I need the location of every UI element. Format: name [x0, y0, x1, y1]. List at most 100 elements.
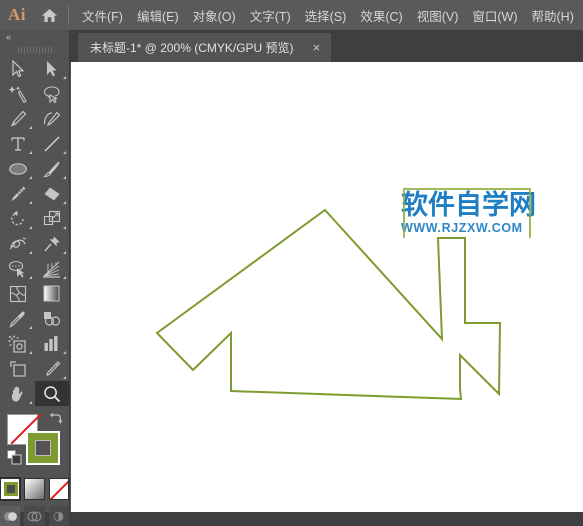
stroke-swatch[interactable]: [26, 431, 60, 465]
perspective-grid-tool[interactable]: [35, 256, 69, 281]
symbol-sprayer-tool[interactable]: [1, 331, 35, 356]
lasso-icon: [43, 85, 60, 103]
gradient-icon: [43, 285, 60, 302]
artboard-tool[interactable]: [1, 356, 35, 381]
blend-tool[interactable]: [35, 306, 69, 331]
tool-expand-corner-icon: [28, 201, 32, 204]
gradient-tool[interactable]: [35, 281, 69, 306]
tool-expand-corner-icon: [62, 251, 66, 254]
menu-view[interactable]: 视图(V): [410, 2, 466, 29]
document-tab[interactable]: 未标题-1* @ 200% (CMYK/GPU 预览) ×: [78, 33, 332, 62]
close-icon[interactable]: ×: [308, 41, 326, 54]
menubar-divider: [68, 6, 69, 24]
artboard-icon: [9, 360, 26, 377]
rotate-tool[interactable]: [1, 206, 35, 231]
color-swatch-inner: [7, 485, 15, 493]
menu-object[interactable]: 对象(O): [186, 2, 243, 29]
illustrator-window: Ai 文件(F) 编辑(E) 对象(O) 文字(T) 选择(S) 效果(C) 视…: [0, 0, 583, 526]
tool-expand-corner-icon: [28, 151, 32, 154]
tool-expand-corner-icon: [28, 401, 32, 404]
draw-inside-button[interactable]: [48, 506, 69, 526]
swap-fill-stroke-button[interactable]: [49, 412, 63, 426]
hand-tool[interactable]: [1, 381, 35, 406]
menu-effect[interactable]: 效果(C): [353, 2, 409, 29]
ai-logo: Ai: [8, 5, 26, 24]
pushpin-icon: [43, 236, 59, 251]
shape-builder-tool[interactable]: [1, 256, 35, 281]
width-warp-tool[interactable]: [1, 231, 35, 256]
shaper-pencil-tool[interactable]: [1, 181, 35, 206]
draw-behind-icon: [27, 510, 42, 522]
scale-icon: [43, 210, 60, 225]
none-button[interactable]: [48, 478, 69, 500]
symbol-sprayer-icon: [8, 335, 26, 353]
shape-builder-icon: [8, 260, 25, 277]
tool-expand-corner-icon: [28, 251, 32, 254]
lasso-tool[interactable]: [35, 81, 69, 106]
fill-stroke-controls: [0, 412, 69, 474]
zoom-tool[interactable]: [34, 381, 69, 406]
column-graph-tool[interactable]: [35, 331, 69, 356]
pen-tool[interactable]: [1, 106, 35, 131]
default-fill-stroke-button[interactable]: [7, 450, 22, 465]
collapse-panel-button[interactable]: «: [0, 30, 69, 44]
tool-expand-corner-icon: [62, 276, 66, 279]
curvature-icon: [43, 111, 60, 126]
arrow-solid-icon: [11, 59, 24, 77]
mesh-icon: [9, 285, 26, 302]
tool-expand-corner-icon: [62, 226, 66, 229]
pencil-icon: [11, 186, 25, 201]
none-swatch-icon: [49, 479, 68, 499]
menu-type[interactable]: 文字(T): [243, 2, 298, 29]
gradient-button[interactable]: [24, 478, 45, 500]
home-button[interactable]: [34, 8, 64, 23]
slice-knife-icon: [45, 360, 60, 376]
line-icon: [43, 135, 60, 152]
draw-inside-icon: [53, 511, 64, 521]
tool-expand-corner-icon: [28, 226, 32, 229]
default-fill-stroke-icon: [7, 450, 22, 465]
draw-behind-button[interactable]: [24, 506, 45, 526]
document-canvas[interactable]: 软件自学网 WWW.RJZXW.COM: [71, 62, 583, 512]
magic-wand-tool[interactable]: [1, 81, 35, 106]
mesh-tool[interactable]: [1, 281, 35, 306]
paintbrush-icon: [42, 161, 59, 177]
free-transform-tool[interactable]: [35, 231, 69, 256]
eraser-tool[interactable]: [35, 181, 69, 206]
eyedropper-icon: [8, 311, 25, 328]
menu-select[interactable]: 选择(S): [298, 2, 354, 29]
scale-tool[interactable]: [35, 206, 69, 231]
draw-normal-icon: [3, 511, 17, 521]
menu-edit[interactable]: 编辑(E): [130, 2, 186, 29]
ellipse-icon: [8, 162, 27, 175]
tool-expand-corner-icon: [28, 326, 32, 329]
line-segment-tool[interactable]: [35, 131, 69, 156]
color-button[interactable]: [0, 477, 22, 501]
tool-expand-corner-icon: [62, 351, 66, 354]
house-arrow-path[interactable]: [155, 208, 502, 401]
perspective-grid-icon: [43, 261, 60, 278]
tool-expand-corner-icon: [62, 76, 66, 79]
blend-icon: [44, 311, 61, 326]
menu-help[interactable]: 帮助(H): [525, 2, 581, 29]
eyedropper-tool[interactable]: [1, 306, 35, 331]
tool-expand-corner-icon: [62, 201, 66, 204]
type-icon: [10, 136, 25, 151]
draw-normal-button[interactable]: [0, 506, 21, 526]
type-tool[interactable]: [1, 131, 35, 156]
direct-selection-tool[interactable]: [35, 56, 69, 81]
artwork-layer: [155, 208, 502, 401]
menu-file[interactable]: 文件(F): [75, 2, 130, 29]
eraser-icon: [44, 187, 59, 200]
ellipse-tool[interactable]: [1, 156, 35, 181]
bar-chart-icon: [44, 336, 57, 351]
grip-dots-icon: [17, 47, 52, 53]
magic-wand-icon: [8, 85, 27, 103]
selection-tool[interactable]: [1, 56, 35, 81]
curvature-tool[interactable]: [35, 106, 69, 131]
slice-tool[interactable]: [35, 356, 69, 381]
panel-drag-handle[interactable]: [0, 44, 69, 56]
menu-window[interactable]: 窗口(W): [465, 2, 524, 29]
tool-grid: [0, 56, 69, 406]
paintbrush-tool[interactable]: [35, 156, 69, 181]
